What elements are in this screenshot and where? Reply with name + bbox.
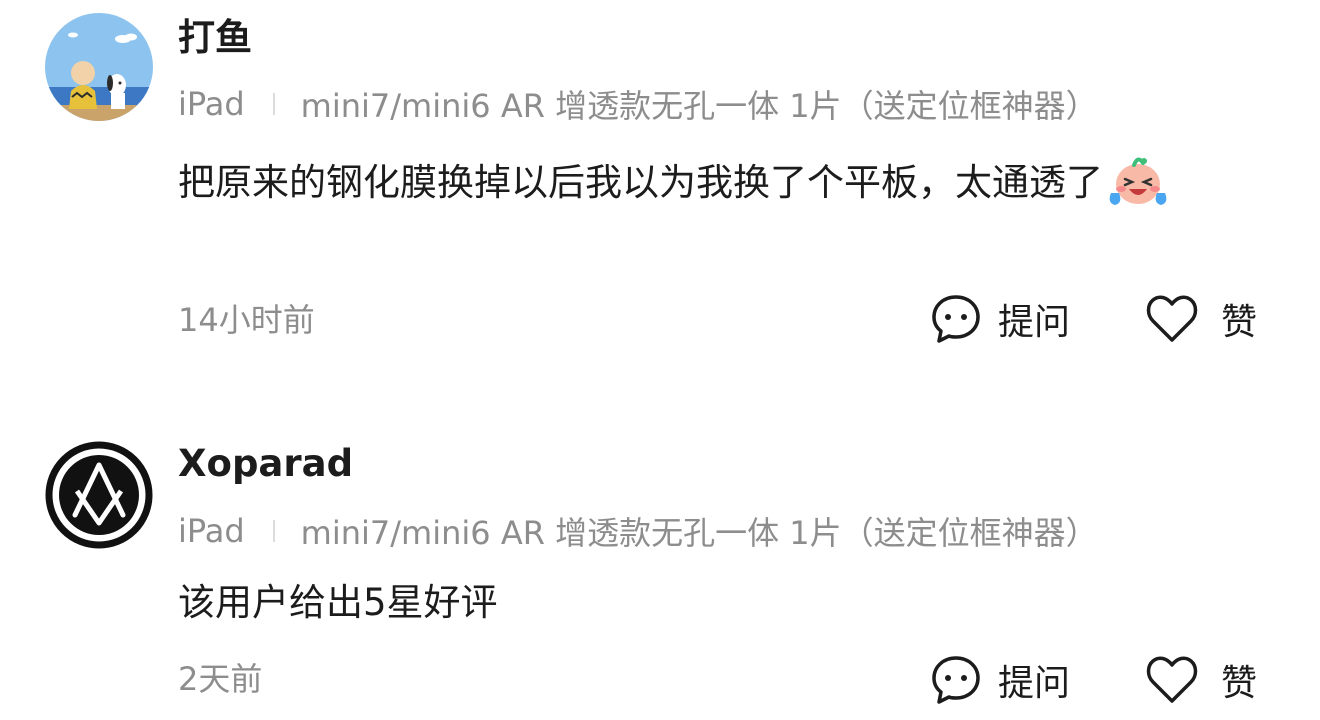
heart-icon [1146,656,1198,703]
review-content: 把原来的钢化膜换掉以后我以为我换了个平板，太通透了 [178,153,1278,223]
review-item: Xoparad iPad mini7/mini6 AR 增透款无孔一体 1片（送… [0,425,1320,720]
like-button[interactable]: 赞 [1145,291,1257,347]
username[interactable]: 打鱼 [178,16,252,60]
separator [272,520,275,542]
product-spec: iPad mini7/mini6 AR 增透款无孔一体 1片（送定位框神器） [178,82,1098,126]
ask-button[interactable]: 提问 [930,652,1070,708]
review-time: 2天前 [178,660,263,698]
review-time: 14小时前 [178,301,315,339]
user-avatar[interactable] [45,13,153,121]
product-variant: mini7/mini6 AR 增透款无孔一体 1片（送定位框神器） [300,87,1098,125]
separator [272,93,275,115]
review-text: 把原来的钢化膜换掉以后我以为我换了个平板，太通透了 [178,161,1103,204]
crying-laughing-emoji-icon [1107,153,1169,223]
username[interactable]: Xoparad [178,442,353,486]
product-spec: iPad mini7/mini6 AR 增透款无孔一体 1片（送定位框神器） [178,509,1098,553]
review-text: 该用户给出5星好评 [178,581,498,624]
review-content: 该用户给出5星好评 [178,575,1278,631]
review-item: 打鱼 iPad mini7/mini6 AR 增透款无孔一体 1片（送定位框神器… [0,0,1320,380]
user-avatar[interactable] [45,441,153,549]
ask-label: 提问 [998,663,1071,704]
square-compass-avatar-icon [45,441,153,549]
chat-bubble-icon [932,295,980,343]
device-type: iPad [178,85,245,123]
like-button[interactable]: 赞 [1145,652,1257,708]
ask-label: 提问 [998,302,1071,343]
product-variant: mini7/mini6 AR 增透款无孔一体 1片（送定位框神器） [300,514,1098,552]
like-label: 赞 [1221,302,1258,343]
ask-button[interactable]: 提问 [930,291,1070,347]
cartoon-avatar-icon [45,13,153,121]
chat-bubble-icon [932,656,980,704]
like-label: 赞 [1221,663,1258,704]
heart-icon [1146,295,1198,342]
device-type: iPad [178,512,245,550]
